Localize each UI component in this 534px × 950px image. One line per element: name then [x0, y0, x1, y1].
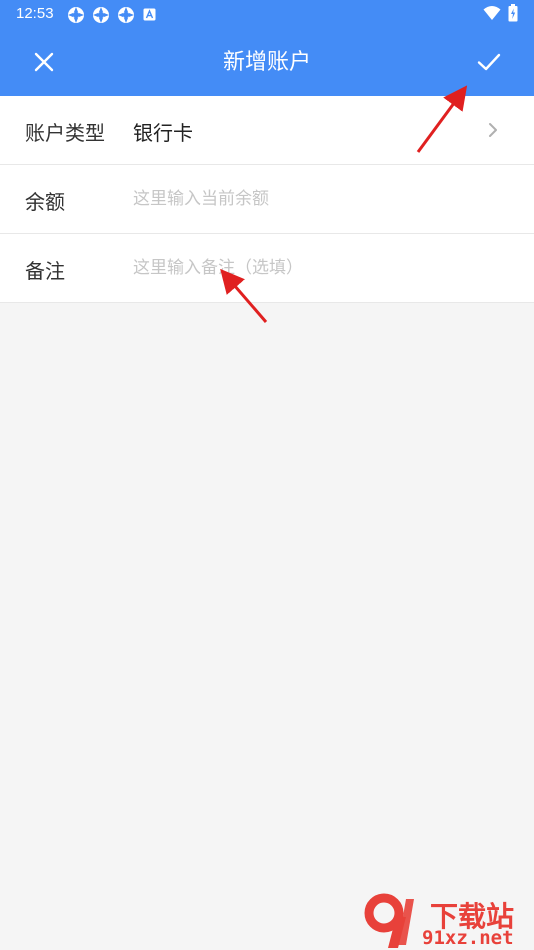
sync-icon — [118, 7, 134, 23]
app-bar: 新增账户 — [0, 28, 534, 96]
wifi-icon — [483, 6, 501, 20]
note-label: 备注 — [25, 259, 65, 283]
account-type-row[interactable]: 账户类型 银行卡 — [0, 96, 534, 165]
balance-label: 余额 — [25, 190, 65, 214]
status-time: 12:53 — [16, 5, 54, 22]
sync-icon — [68, 7, 84, 23]
page-title: 新增账户 — [222, 50, 311, 75]
account-form: 账户类型 银行卡 余额 备注 — [0, 96, 534, 303]
confirm-button[interactable] — [467, 40, 511, 84]
check-icon — [477, 53, 501, 71]
balance-input[interactable] — [133, 184, 493, 214]
watermark-url: 91xz.net — [422, 927, 514, 949]
battery-icon — [508, 4, 518, 22]
status-bar: 12:53 — [0, 0, 534, 28]
note-row: 备注 — [0, 234, 534, 303]
chevron-right-icon — [489, 123, 497, 137]
watermark: 下载站 91xz.net — [362, 893, 534, 950]
sync-icon — [93, 7, 109, 23]
watermark-logo-icon — [364, 893, 414, 948]
balance-row: 余额 — [0, 165, 534, 234]
account-type-value: 银行卡 — [133, 121, 193, 145]
account-type-label: 账户类型 — [25, 121, 105, 145]
note-input[interactable] — [133, 253, 493, 283]
a-icon — [143, 8, 156, 21]
